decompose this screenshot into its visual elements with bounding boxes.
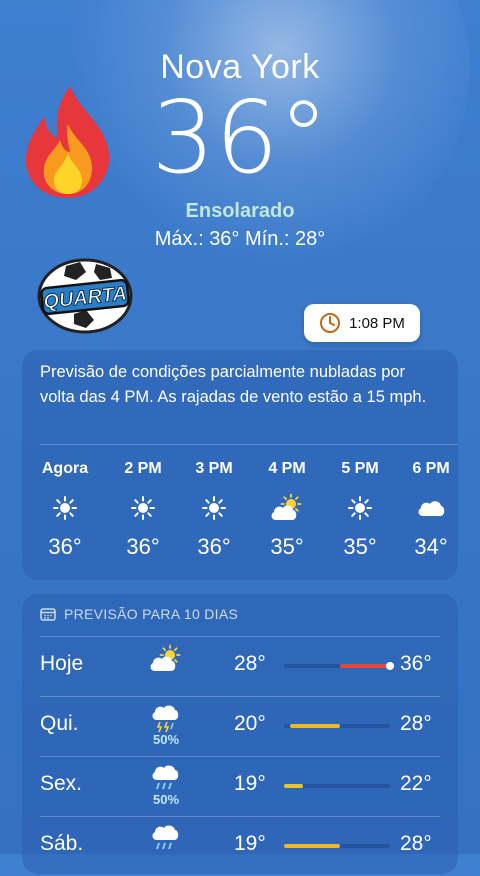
hour-temperature: 36° [197, 534, 231, 559]
time-badge[interactable]: 1:08 PM [304, 304, 420, 342]
hour-label: 6 PM [412, 460, 450, 477]
cloud-icon [394, 488, 468, 528]
hour-label: Agora [41, 460, 89, 477]
condition-text: Ensolarado [185, 200, 295, 222]
day-label: Sex. [40, 772, 83, 795]
divider [40, 756, 440, 757]
range-fill [340, 664, 390, 668]
sun-icon [106, 488, 180, 528]
day-label: Hoje [40, 652, 84, 675]
hourly-item: 3 PM 36° [177, 460, 251, 560]
time-badge-text: 1:08 PM [349, 314, 405, 332]
partly-cloudy-icon [250, 488, 324, 528]
sun-icon [323, 488, 397, 528]
precip-chance: 50% [152, 792, 180, 807]
hourly-item: Agora 36° [28, 460, 102, 560]
high-temperature: 28° [400, 832, 432, 855]
high-temperature: 36° [400, 652, 432, 675]
day-label: Sáb. [40, 832, 84, 855]
ten-day-header-label: PREVISÃO PARA 10 DIAS [64, 606, 239, 622]
hour-label: 3 PM [195, 460, 233, 477]
temperature-range-bar [284, 844, 390, 848]
hourly-item: 6 PM 34° [394, 460, 468, 560]
hour-label: 2 PM [124, 460, 162, 477]
daily-row[interactable]: Hoje 28° 36° [22, 636, 458, 696]
clock-icon [320, 313, 341, 333]
ten-day-header: PREVISÃO PARA 10 DIAS [40, 606, 238, 622]
temperature-range-bar [284, 724, 390, 728]
range-fill [290, 724, 341, 728]
low-temperature: 19° [234, 772, 266, 795]
low-temperature: 28° [234, 652, 266, 675]
hourly-item: 4 PM 35° [250, 460, 324, 560]
current-temperature: 36° [151, 79, 329, 196]
quarta-sticker: QUARTA [36, 258, 134, 334]
daily-row[interactable]: Sex. 50% 19° 22° [22, 756, 458, 816]
high-temperature: 28° [400, 712, 432, 735]
hourly-list[interactable]: Agora 36° 2 PM 36° 3 PM 36° 4 PM 35° 5 PM 35° 6 PM… [22, 460, 458, 570]
hour-temperature: 34° [414, 534, 448, 559]
day-label: Qui. [40, 712, 79, 735]
rain-icon [142, 764, 190, 794]
daily-row[interactable]: Qui. 50% 20° 28° [22, 696, 458, 756]
low-temperature: 19° [234, 832, 266, 855]
high-temperature: 22° [400, 772, 432, 795]
calendar-icon [40, 608, 56, 621]
range-fill [284, 844, 341, 848]
temperature-range-bar [284, 784, 390, 788]
hour-label: 4 PM [268, 460, 306, 477]
hour-temperature: 35° [270, 534, 304, 559]
range-fill [284, 784, 303, 788]
low-temperature: 20° [234, 712, 266, 735]
soccer-ball-icon: QUARTA [37, 258, 133, 334]
hour-temperature: 36° [48, 534, 82, 559]
temperature-range-bar [284, 662, 394, 670]
divider [40, 816, 440, 817]
sun-icon [177, 488, 251, 528]
divider [40, 696, 440, 697]
current-temp-dot [386, 662, 394, 670]
forecast-summary: Previsão de condições parcialmente nubla… [40, 363, 427, 406]
thunderstorm-icon [142, 704, 190, 734]
rain-icon [142, 824, 190, 854]
hour-temperature: 36° [126, 534, 160, 559]
divider [40, 444, 458, 445]
partly-cloudy-icon [142, 644, 190, 674]
divider [40, 636, 440, 637]
hour-temperature: 35° [343, 534, 377, 559]
hourly-item: 2 PM 36° [106, 460, 180, 560]
hourly-forecast-card[interactable]: Previsão de condições parcialmente nubla… [22, 350, 458, 580]
hourly-item: 5 PM 35° [323, 460, 397, 560]
daily-row[interactable]: Sáb. 19° 28° [22, 816, 458, 876]
hour-label: 5 PM [341, 460, 379, 477]
high-low-text: Máx.: 36° Mín.: 28° [154, 228, 326, 250]
precip-chance: 50% [152, 732, 180, 747]
sun-icon [28, 488, 102, 528]
ten-day-forecast-card[interactable]: PREVISÃO PARA 10 DIAS Hoje 28° 36° Qui. 50% 2… [22, 594, 458, 874]
